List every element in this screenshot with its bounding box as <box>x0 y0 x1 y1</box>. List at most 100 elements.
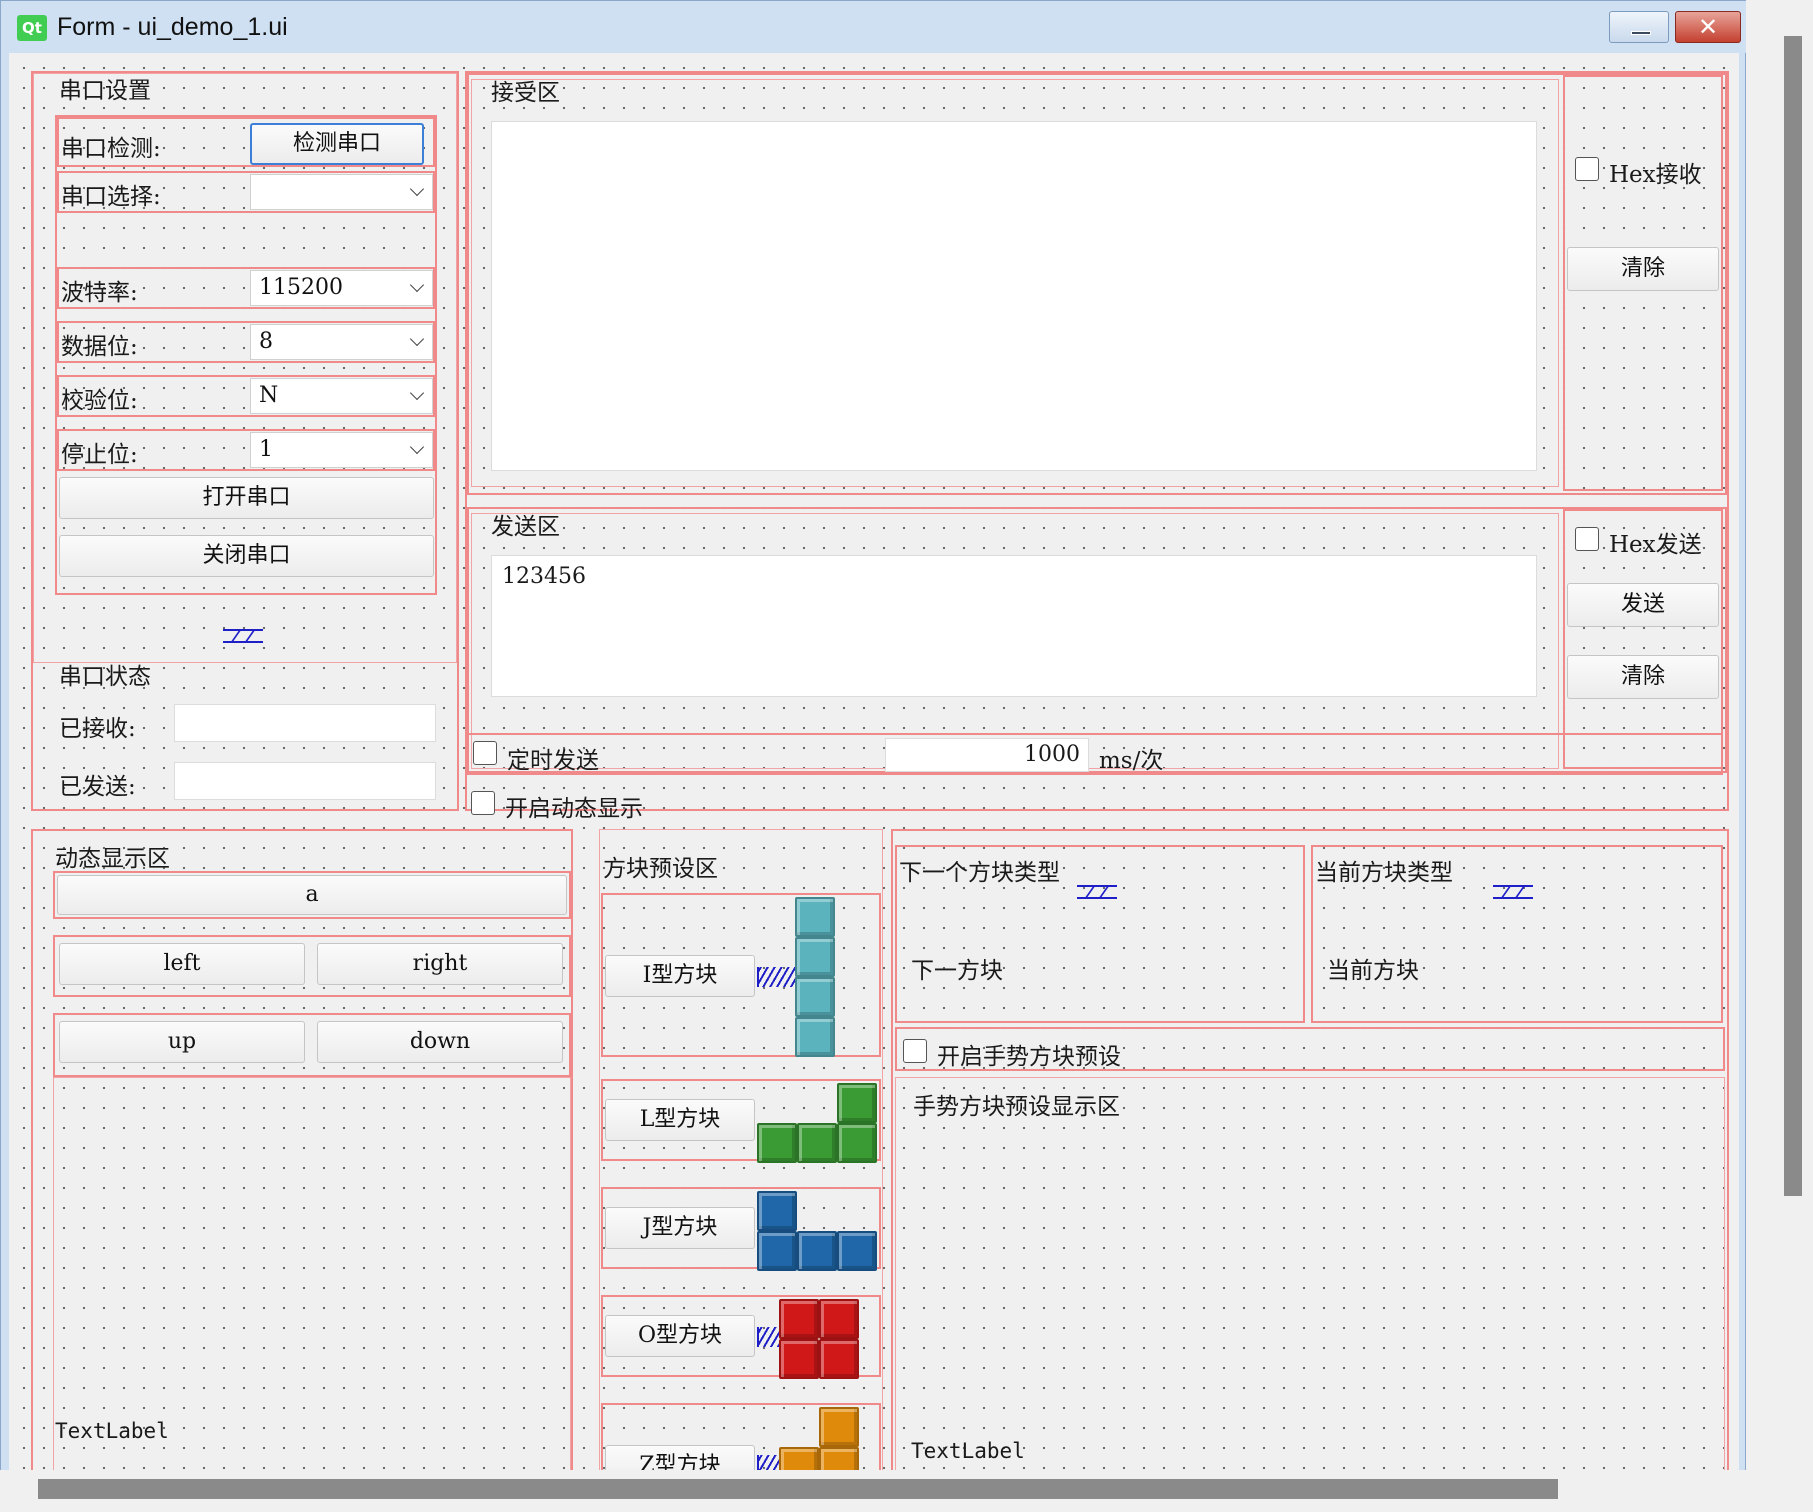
receive-title: 接受区 <box>491 80 560 106</box>
horizontal-spacer-icon <box>757 967 799 987</box>
close-button[interactable]: ✕ <box>1675 11 1741 43</box>
tetromino-cell <box>837 1231 877 1271</box>
close-icon: ✕ <box>1697 13 1719 41</box>
window-title: Form - ui_demo_1.ui <box>57 13 288 41</box>
send-text-area[interactable]: 123456 <box>491 555 1537 697</box>
current-block-title: 当前方块类型 <box>1315 860 1453 886</box>
tetromino-cell <box>795 897 835 937</box>
baud-select[interactable]: 115200 <box>250 270 433 306</box>
parity-select[interactable]: N <box>250 378 433 414</box>
form-canvas: 串口设置 串口检测: 检测串口 串口选择: 波特率: 115200 数据位: 8… <box>9 53 1739 1471</box>
data-bits-select[interactable]: 8 <box>250 324 433 360</box>
hex-receive-checkbox[interactable] <box>1575 157 1599 181</box>
send-clear-button[interactable]: 清除 <box>1567 655 1719 699</box>
data-bits-value: 8 <box>259 329 273 354</box>
chevron-down-icon <box>409 385 425 401</box>
tetromino-cell <box>795 977 835 1017</box>
tetromino-cell <box>779 1339 819 1379</box>
hex-send-label: Hex发送 <box>1609 532 1702 558</box>
vertical-spacer-icon <box>223 629 263 643</box>
serial-status-title: 串口状态 <box>59 664 151 690</box>
tetromino-cell <box>757 1191 797 1231</box>
timer-unit-label: ms/次 <box>1099 748 1164 774</box>
down-button[interactable]: down <box>317 1021 563 1063</box>
sent-count-field[interactable] <box>174 762 436 800</box>
app-window: Qt Form - ui_demo_1.ui ✕ 串口设置 串口检测: 检测串口… <box>0 0 1747 1512</box>
vertical-scrollbar-thumb[interactable] <box>1784 36 1802 1196</box>
right-button[interactable]: right <box>317 943 563 985</box>
tetromino-cell <box>795 937 835 977</box>
tetromino-cell <box>837 1083 877 1123</box>
left-button[interactable]: left <box>59 943 305 985</box>
tetromino-cell <box>797 1123 837 1163</box>
timer-interval-input[interactable]: 1000 <box>885 738 1089 772</box>
preset-j-button[interactable]: J型方块 <box>605 1207 755 1249</box>
tetromino-cell <box>779 1447 819 1471</box>
preset-l-button[interactable]: L型方块 <box>605 1099 755 1141</box>
up-button[interactable]: up <box>59 1021 305 1063</box>
select-label: 串口选择: <box>61 184 161 210</box>
stop-bits-value: 1 <box>259 437 273 462</box>
close-port-button[interactable]: 关闭串口 <box>59 535 434 577</box>
parity-label: 校验位: <box>61 388 138 414</box>
gesture-text-label: TextLabel <box>911 1439 1025 1463</box>
tetromino-cell <box>819 1299 859 1339</box>
preset-o-button[interactable]: O型方块 <box>605 1315 755 1357</box>
current-block-value: 当前方块 <box>1327 958 1419 984</box>
gesture-preset-label: 开启手势方块预设 <box>937 1044 1121 1070</box>
port-select[interactable] <box>250 174 433 210</box>
parity-value: N <box>259 383 279 408</box>
horizontal-scrollbar-thumb[interactable] <box>38 1479 1558 1499</box>
receive-text-area[interactable] <box>491 121 1537 471</box>
data-bits-label: 数据位: <box>61 334 138 360</box>
qt-logo-icon: Qt <box>17 15 47 41</box>
open-port-button[interactable]: 打开串口 <box>59 477 434 519</box>
horizontal-spacer-icon <box>757 1455 779 1471</box>
tetromino-cell <box>819 1407 859 1447</box>
stop-bits-select[interactable]: 1 <box>250 432 433 468</box>
tetromino-cell <box>795 1017 835 1057</box>
horizontal-scrollbar[interactable] <box>0 1470 1746 1512</box>
baud-value: 115200 <box>259 275 343 300</box>
chevron-down-icon <box>409 277 425 293</box>
dynamic-title: 动态显示区 <box>55 846 170 872</box>
tetromino-cell <box>757 1123 797 1163</box>
tetromino-cell <box>797 1231 837 1271</box>
tetromino-cell <box>837 1123 877 1163</box>
gesture-preset-checkbox[interactable] <box>903 1039 927 1063</box>
tetromino-cell <box>819 1339 859 1379</box>
tetromino-cell <box>779 1299 819 1339</box>
receive-clear-button[interactable]: 清除 <box>1567 247 1719 291</box>
chevron-down-icon <box>409 439 425 455</box>
detect-port-button[interactable]: 检测串口 <box>250 123 424 165</box>
preset-i-button[interactable]: I型方块 <box>605 955 755 997</box>
stop-bits-label: 停止位: <box>61 442 138 468</box>
timer-row <box>467 733 1723 775</box>
minimize-button[interactable] <box>1609 11 1669 43</box>
title-bar: Qt Form - ui_demo_1.ui ✕ <box>1 1 1747 53</box>
baud-label: 波特率: <box>61 280 138 306</box>
serial-settings-title: 串口设置 <box>59 78 151 104</box>
horizontal-spacer-icon <box>757 1327 779 1347</box>
detect-label: 串口检测: <box>61 136 161 162</box>
next-block-title: 下一个方块类型 <box>899 860 1060 886</box>
vertical-spacer-icon <box>1493 885 1533 899</box>
timer-send-checkbox[interactable] <box>473 741 497 765</box>
preset-z-button[interactable]: Z型方块 <box>605 1445 755 1471</box>
tetromino-cell <box>819 1447 859 1471</box>
timer-send-label: 定时发送 <box>507 748 599 774</box>
dynamic-display-checkbox[interactable] <box>471 791 495 815</box>
send-title: 发送区 <box>491 514 560 540</box>
chevron-down-icon <box>409 181 425 197</box>
received-label: 已接收: <box>59 716 136 742</box>
presets-title: 方块预设区 <box>603 856 718 882</box>
next-block-value: 下一方块 <box>911 958 1003 984</box>
a-button[interactable]: a <box>57 875 567 915</box>
dynamic-display-label: 开启动态显示 <box>505 796 643 822</box>
dynamic-text-label: TextLabel <box>55 1419 169 1443</box>
tetromino-cell <box>757 1231 797 1271</box>
hex-send-checkbox[interactable] <box>1575 527 1599 551</box>
send-button[interactable]: 发送 <box>1567 583 1719 627</box>
vertical-scrollbar[interactable] <box>1746 0 1813 1512</box>
received-count-field[interactable] <box>174 704 436 742</box>
